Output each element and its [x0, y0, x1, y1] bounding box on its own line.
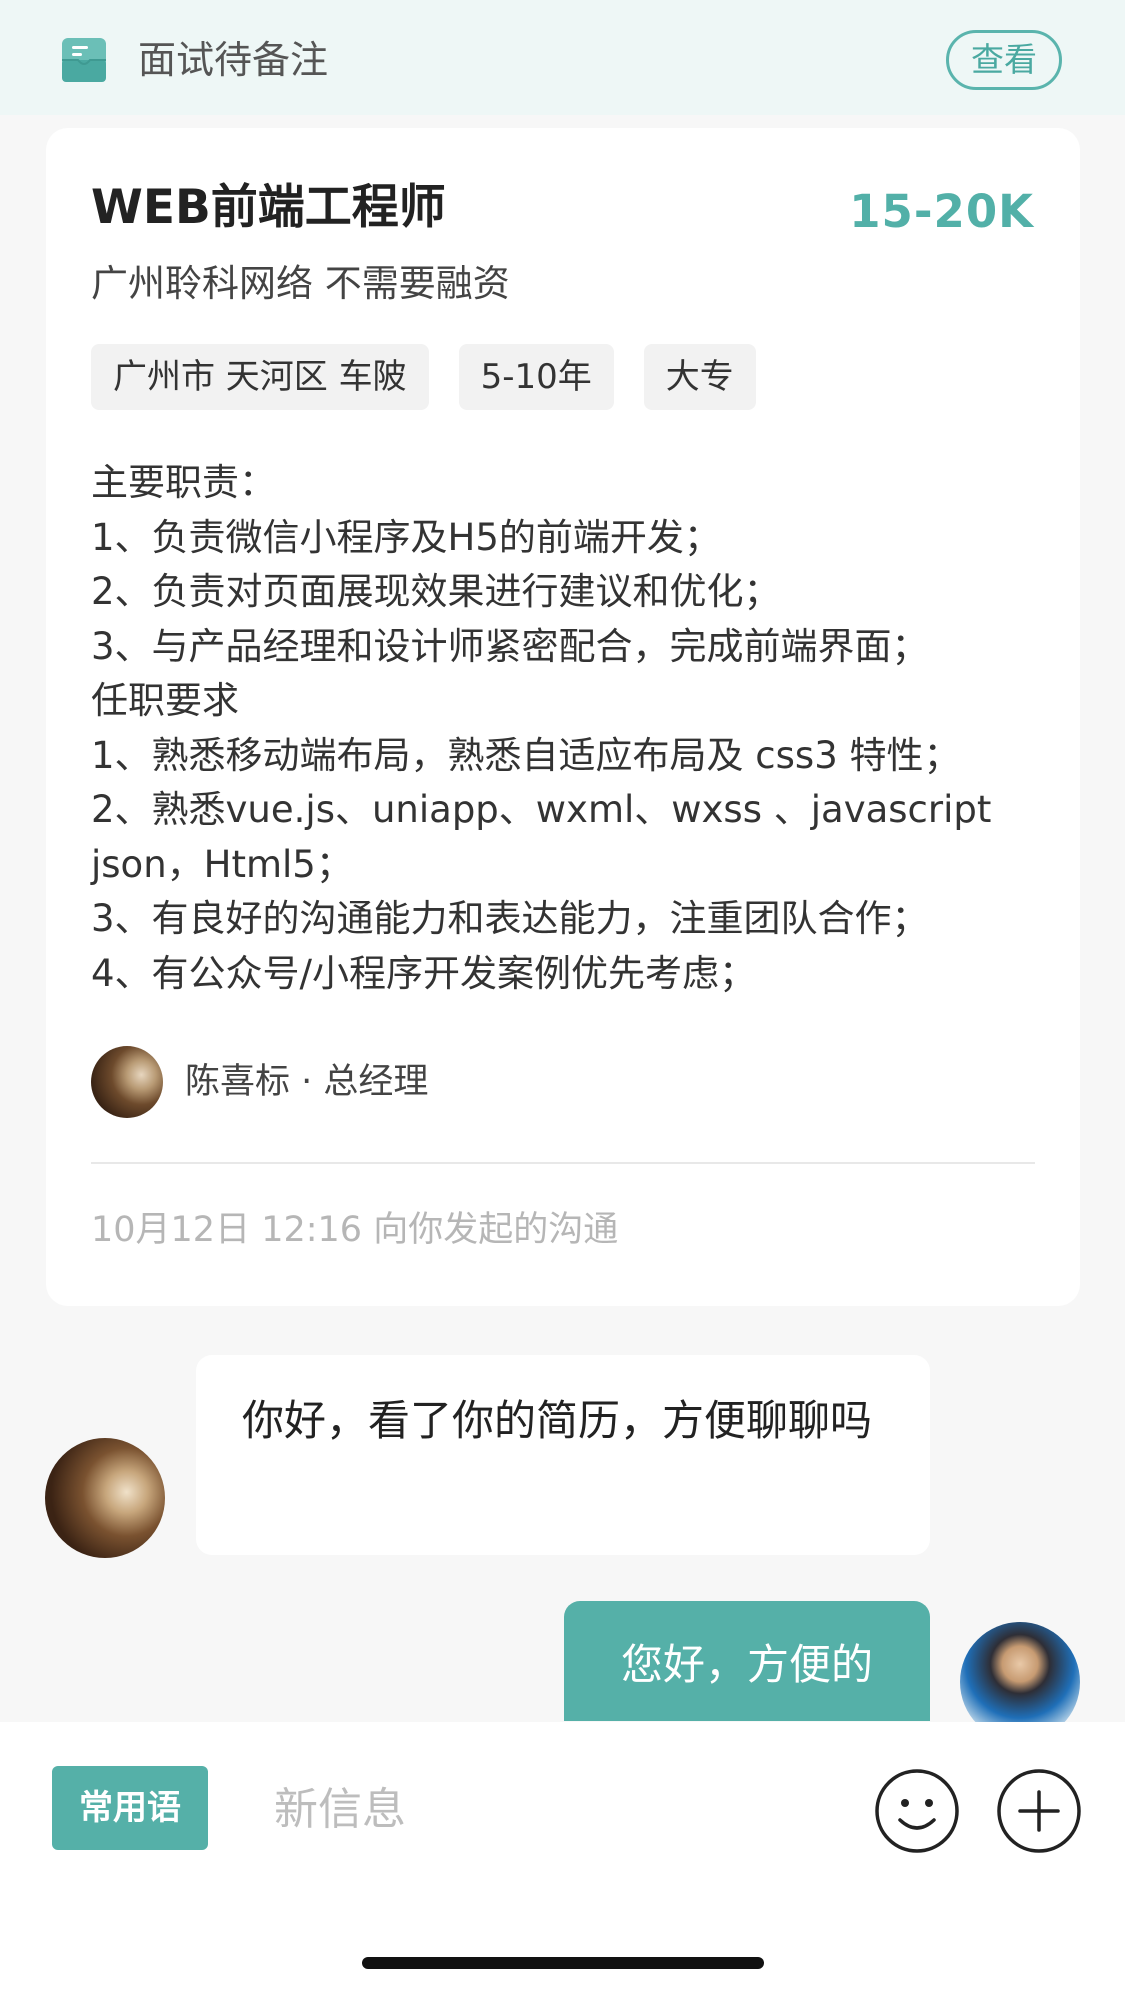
- plus-circle-icon[interactable]: [996, 1768, 1082, 1854]
- tag-location: 广州市 天河区 车陂: [91, 344, 429, 410]
- home-indicator: [362, 1957, 764, 1969]
- card-divider: [91, 1162, 1035, 1164]
- common-phrases-button[interactable]: 常用语: [52, 1766, 208, 1850]
- message-input[interactable]: [272, 1770, 776, 1848]
- company-info: 广州聆科网络 不需要融资: [91, 262, 510, 305]
- view-button[interactable]: 查看: [946, 30, 1062, 90]
- tag-education: 大专: [643, 344, 756, 410]
- chat-page: 面试待备注 查看 WEB前端工程师 15-20K 广州聆科网络 不需要融资 广州…: [0, 0, 1125, 1995]
- job-title: WEB前端工程师: [91, 180, 446, 235]
- recruiter-avatar[interactable]: [91, 1046, 163, 1118]
- message-bubble-sent[interactable]: 您好，方便的: [564, 1601, 930, 1721]
- job-description: 主要职责： 1、负责微信小程序及H5的前端开发； 2、负责对页面展现效果进行建议…: [91, 461, 992, 995]
- smiley-icon[interactable]: [874, 1768, 960, 1854]
- banner-title: 面试待备注: [138, 38, 329, 82]
- salary-range: 15-20K: [849, 185, 1034, 238]
- tag-experience: 5-10年: [458, 344, 614, 410]
- chat-start-time: 10月12日 12:16 向你发起的沟通: [91, 1210, 619, 1250]
- recruiter-name-title: 陈喜标 · 总经理: [185, 1062, 429, 1102]
- recruiter-chat-avatar[interactable]: [45, 1438, 165, 1558]
- interview-note-banner: 面试待备注 查看: [0, 0, 1125, 115]
- note-box-icon: [62, 38, 106, 82]
- message-input-bar: 常用语: [0, 1722, 1125, 1995]
- job-card[interactable]: WEB前端工程师 15-20K 广州聆科网络 不需要融资 广州市 天河区 车陂 …: [46, 128, 1080, 1306]
- message-bubble-received[interactable]: 你好，看了你的简历，方便聊聊吗: [196, 1355, 930, 1555]
- job-tags: 广州市 天河区 车陂 5-10年 大专: [91, 344, 756, 410]
